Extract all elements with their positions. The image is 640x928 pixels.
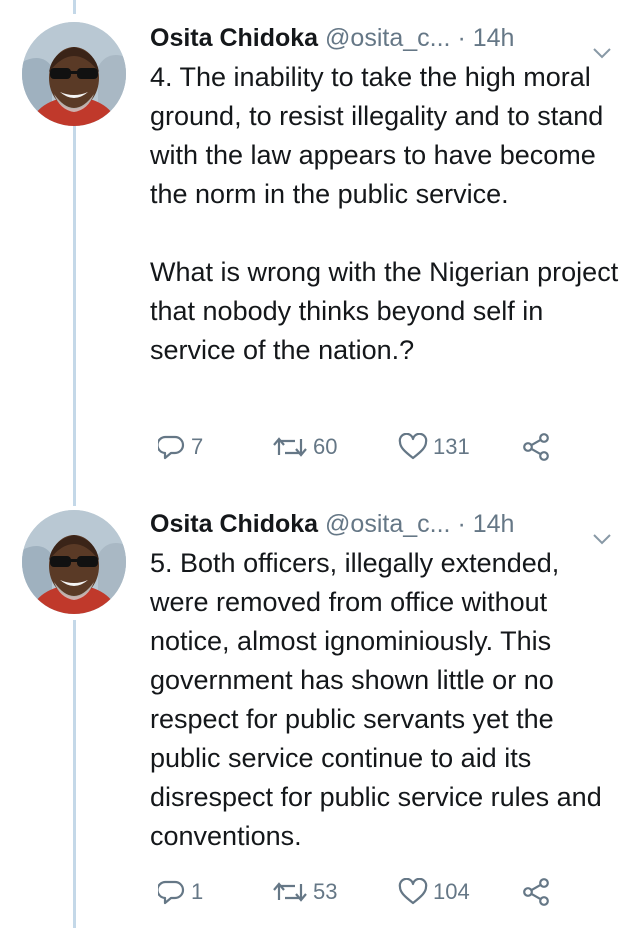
author-name[interactable]: Osita Chidoka [150,510,318,538]
share-icon [523,878,549,906]
tweet-paragraph: 4. The inability to take the high moral … [150,62,604,209]
share-button[interactable] [522,872,552,912]
retweet-icon [273,437,307,457]
timestamp[interactable]: 14h [473,24,515,52]
author-handle[interactable]: @osita_c... [325,24,450,52]
retweet-icon [273,882,307,902]
retweet-count: 53 [313,879,338,904]
thread-line-top [73,0,76,14]
tweet-text: 5. Both officers, illegally extended, we… [150,544,620,856]
like-button[interactable]: 131 [398,427,470,467]
like-count: 131 [433,434,470,459]
retweet-button[interactable]: 53 [272,872,337,912]
tweet-actions: 1 53 104 [150,872,590,912]
tweet-header: Osita Chidoka @osita_c... · 14h [150,504,620,545]
like-button[interactable]: 104 [398,872,470,912]
avatar[interactable] [22,510,126,614]
separator-dot: · [457,510,466,538]
avatar[interactable] [22,22,126,126]
author-handle[interactable]: @osita_c... [325,510,450,538]
tweet-actions: 7 60 131 [150,427,590,467]
avatar-photo [22,22,126,126]
heart-icon [398,878,428,905]
author-name[interactable]: Osita Chidoka [150,24,318,52]
reply-button[interactable]: 1 [158,872,203,912]
retweet-count: 60 [313,434,338,459]
avatar-photo [22,510,126,614]
reply-count: 7 [191,434,204,459]
retweet-button[interactable]: 60 [272,427,337,467]
share-icon [523,433,549,461]
thread-line-between [73,126,76,506]
share-button[interactable] [522,427,552,467]
tweet-text: 4. The inability to take the high moral … [150,58,620,370]
thread-line-bottom [73,620,76,928]
reply-count: 1 [191,879,204,904]
separator-dot: · [457,24,466,52]
heart-icon [398,433,428,460]
tweet-header: Osita Chidoka @osita_c... · 14h [150,18,620,59]
reply-icon [158,880,185,905]
tweet-paragraph: 5. Both officers, illegally extended, we… [150,548,602,851]
timestamp[interactable]: 14h [473,510,515,538]
reply-icon [158,435,185,460]
reply-button[interactable]: 7 [158,427,203,467]
like-count: 104 [433,879,470,904]
tweet-paragraph: What is wrong with the Nigerian project … [150,257,619,365]
